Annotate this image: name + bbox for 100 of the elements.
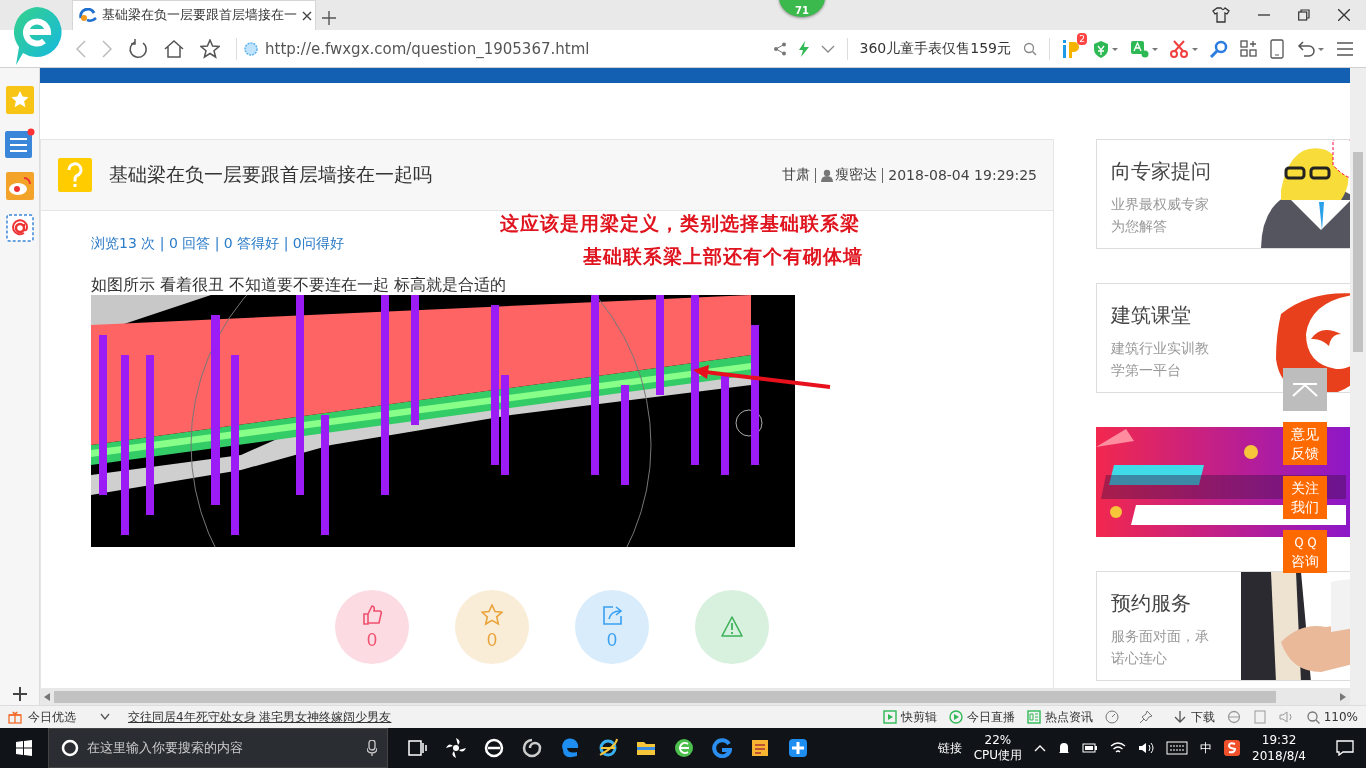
post-date: 2018-08-04 19:29:25 [888,167,1037,183]
new-tab-icon[interactable] [322,11,336,25]
apps-icon[interactable] [1240,39,1258,58]
annotation-text: 基础联系梁上部还有个有砌体墙 [582,244,863,269]
input-method[interactable]: 中 [1200,739,1213,757]
internet-explorer-icon[interactable] [598,738,618,758]
close-icon[interactable] [1338,9,1350,21]
weibo-icon[interactable] [5,172,34,200]
author-name[interactable]: 瘦密达 [835,166,878,184]
recommend-link[interactable]: 今日优选 [28,708,76,726]
notepad-icon[interactable] [750,738,770,758]
card-description: 业界最权威专家为您解答 [1111,195,1210,236]
undo-icon[interactable] [1296,39,1324,58]
spiral-icon[interactable] [522,738,542,758]
star-icon [481,604,503,626]
status-link[interactable]: 下载 [1190,708,1215,726]
taskbar-search-field[interactable]: 在这里输入你要搜索的内容 [48,728,388,768]
home-icon[interactable] [164,38,184,59]
share-icon [601,604,623,626]
plus-app-icon[interactable] [788,738,808,758]
notification-badge: 2 [1077,32,1087,45]
email-icon[interactable] [5,214,34,242]
bell-icon[interactable] [1058,741,1071,755]
close-icon[interactable] [302,10,312,21]
news-link[interactable]: 交往同居4年死守处女身 港宅男女神终嫁阔少男友 [128,708,392,726]
address-field[interactable]: http://e.fwxgx.com/question_1905367.html [265,39,590,58]
user-icon [821,168,834,182]
task-view-icon[interactable] [408,738,428,758]
globe-icon [243,40,259,57]
cortana-icon [61,739,79,757]
site-icon [79,7,97,24]
gift-icon [8,710,22,724]
card-title: 建筑课堂 [1111,302,1192,329]
star-icon[interactable] [200,38,220,59]
location-text: 甘肃 [782,166,811,184]
question-title: 基础梁在负一层要跟首层墙接在一起吗 [109,162,432,187]
scroll-right-icon[interactable] [1340,692,1346,701]
chevron-icon[interactable] [820,44,835,53]
cpu-label: CPU使用 [973,748,1023,763]
microphone-icon [367,740,377,756]
wifi-icon[interactable] [1110,741,1127,755]
plugin-icon[interactable] [1062,38,1080,59]
download-icon [1172,710,1187,724]
view-stats: 浏览13 次 | 0 回答 | 0 答得好 | 0问得好 [91,235,345,253]
scroll-left-icon[interactable] [44,692,50,701]
question-icon [58,158,92,192]
gauge-icon[interactable] [1104,710,1119,724]
browser-360-icon[interactable] [674,738,694,758]
scrollbar-thumb[interactable] [1353,152,1363,352]
tablet-icon[interactable] [1270,38,1284,59]
chevron-icon[interactable] [100,713,110,721]
search-field[interactable]: 360儿童手表仅售159元 [859,39,1011,58]
card-title: 向专家提问 [1111,158,1212,185]
browser-tab[interactable]: 基础梁在负一层要跟首层墙接在一 [72,0,316,30]
status-link[interactable]: 快剪辑 [900,708,937,726]
notification-icon[interactable] [1336,740,1354,756]
keyboard-icon[interactable] [1166,741,1189,755]
question-text: 如图所示 看着很丑 不知道要不要连在一起 标高就是合适的 [91,275,508,295]
battery-icon[interactable] [1082,742,1099,754]
windows-icon[interactable] [16,740,32,756]
key-icon[interactable] [1210,39,1228,58]
warning-icon [721,616,743,638]
menu-icon[interactable] [1336,40,1354,57]
chevron-up-icon [1292,382,1318,397]
fan-icon[interactable] [446,738,466,758]
card-title: 预约服务 [1111,590,1192,617]
lightning-icon[interactable] [798,40,809,57]
zoom-level[interactable]: 110% [1323,710,1358,724]
shirt-icon[interactable] [1212,7,1230,23]
status-link[interactable]: 今日直播 [966,708,1015,726]
chevron-up-icon[interactable] [1034,744,1047,752]
edge-icon[interactable] [560,738,580,758]
list-icon[interactable] [4,128,35,158]
handshake-card[interactable]: 预约服务 服务面对面，承诺心连心 [1096,571,1350,681]
card-description: 服务面对面，承诺心连心 [1111,627,1210,668]
browser-e-icon[interactable] [484,738,504,758]
status-link[interactable]: 热点资讯 [1044,708,1093,726]
speaker-icon[interactable] [1138,741,1155,755]
scissors-icon[interactable] [1170,39,1198,58]
translate-icon[interactable] [1130,39,1158,58]
play-icon [948,710,963,724]
share-icon[interactable] [772,41,787,56]
zoom-icon[interactable] [1306,710,1320,724]
ie-icon[interactable] [1226,710,1241,724]
clip-icon [882,710,897,724]
scrollbar-thumb[interactable] [54,690,1276,703]
g-app-icon[interactable] [712,738,732,758]
sogou-icon[interactable] [1224,740,1241,756]
restore-icon[interactable] [1298,9,1310,21]
add-icon[interactable] [12,687,27,701]
news-icon [1026,710,1041,724]
shield-icon[interactable] [1092,39,1118,58]
annotation-text: 这应该是用梁定义，类别选择基础联系梁 [500,211,861,236]
link-text[interactable]: 链接 [937,739,962,757]
pin-icon[interactable] [1138,710,1153,724]
clock-date[interactable]: 2018/8/4 [1252,748,1306,764]
clock-time[interactable]: 19:32 [1261,732,1297,748]
cpu-percent: 22% [984,733,1012,748]
refresh-icon[interactable] [128,38,148,59]
search-icon[interactable] [1023,41,1037,56]
